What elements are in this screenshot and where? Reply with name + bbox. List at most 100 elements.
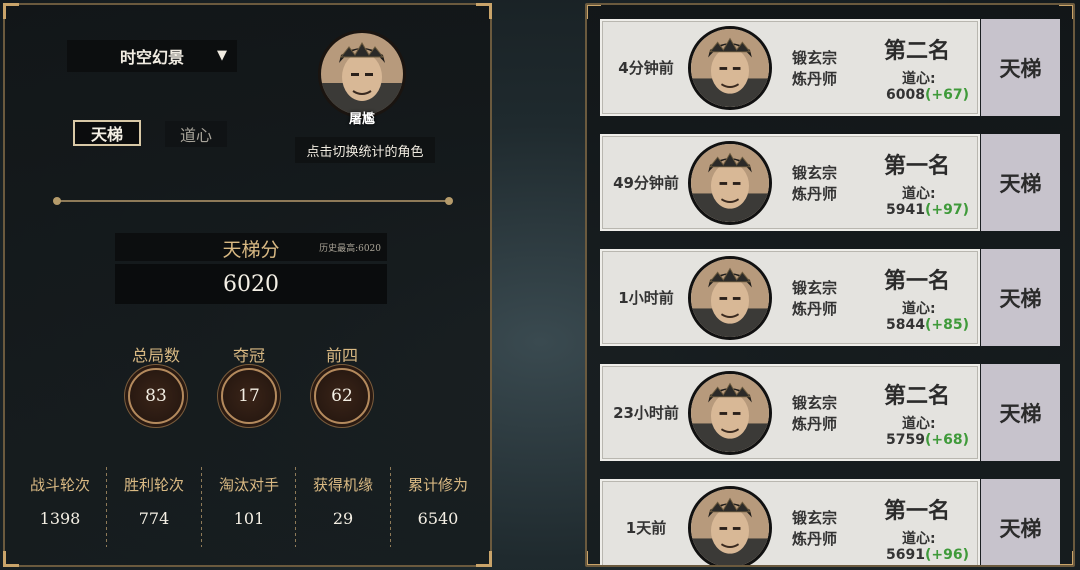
match-card-main: 4分钟前 锻玄宗 炼丹师 第二名 道心: 6008(+67) [600,19,980,116]
match-daoxin-delta: (+96) [924,547,969,563]
match-sect: 锻玄宗 炼丹师 [792,508,837,550]
bottom-stat: 获得机缘 29 [296,467,390,547]
stat-top4-label: 前四 [325,346,358,365]
match-card[interactable]: 23小时前 锻玄宗 炼丹师 第二名 道心: 5759(+68) 天梯 [600,364,1060,461]
bottom-stat-label: 战斗轮次 [29,476,90,494]
match-time: 1天前 [625,519,667,537]
match-card-main: 1天前 锻玄宗 炼丹师 第一名 道心: 5691(+96) [600,479,980,565]
bottom-stat: 淘汰对手 101 [202,467,296,547]
match-role: 炼丹师 [792,415,838,433]
character-name: 屠尷 [348,112,375,127]
character-portrait-icon [691,29,769,107]
bottom-stat-label: 胜利轮次 [123,476,184,494]
match-sect-name: 锻玄宗 [792,394,838,412]
match-rank: 第二名 [884,39,951,64]
match-sect: 锻玄宗 炼丹师 [792,393,837,435]
match-role: 炼丹师 [792,530,838,548]
match-card-main: 1小时前 锻玄宗 炼丹师 第一名 道心: 5844(+85) [600,249,980,346]
bottom-stat-value: 29 [332,509,354,528]
bottom-stat: 战斗轮次 1398 [13,467,107,547]
match-daoxin-delta: (+85) [924,317,969,333]
match-daoxin-label: 道心: [902,301,936,317]
match-card[interactable]: 4分钟前 锻玄宗 炼丹师 第二名 道心: 6008(+67) 天梯 [600,19,1060,116]
section-divider [53,197,453,205]
match-history-panel: 4分钟前 锻玄宗 炼丹师 第二名 道心: 6008(+67) 天梯 49分钟前 … [585,3,1075,567]
tab-daoxin[interactable]: 道心 [165,121,227,147]
match-sect-name: 锻玄宗 [792,164,838,182]
frame-corner [587,551,601,565]
stats-panel: 时空幻景 ▼ 天梯 道心 屠尷 点击切换统计的角色 天梯分 历史最高:6020 … [3,3,492,567]
character-portrait-icon [691,489,769,565]
match-daoxin-value: 5844(+85) [886,317,969,333]
match-daoxin-number: 6008 [886,87,925,103]
match-sect: 锻玄宗 炼丹师 [792,163,837,205]
frame-corner [3,3,19,19]
bottom-stat-label: 淘汰对手 [218,476,279,494]
match-daoxin-value: 6008(+67) [886,87,969,103]
frame-corner [476,551,492,567]
mode-dropdown[interactable]: 时空幻景 ▼ [67,40,237,72]
frame-corner [476,3,492,19]
match-card[interactable]: 1天前 锻玄宗 炼丹师 第一名 道心: 5691(+96) 天梯 [600,479,1060,565]
switch-character-hint[interactable]: 点击切换统计的角色 [295,137,435,163]
match-card[interactable]: 1小时前 锻玄宗 炼丹师 第一名 道心: 5844(+85) 天梯 [600,249,1060,346]
bottom-stat-label: 累计修为 [407,476,468,494]
match-daoxin-delta: (+67) [924,87,969,103]
match-daoxin-value: 5759(+68) [886,432,969,448]
match-avatar [688,141,772,225]
match-daoxin-number: 5691 [886,547,925,563]
stat-total-value: 83 [128,368,184,424]
stat-top4-value: 62 [314,368,370,424]
bottom-stat-label: 获得机缘 [312,476,373,494]
bottom-stat-value: 6540 [417,509,459,528]
match-daoxin-number: 5844 [886,317,925,333]
match-role: 炼丹师 [792,300,838,318]
character-portrait-icon [321,33,403,115]
stat-total-label: 总局数 [131,346,180,365]
match-mode: 天梯 [981,479,1060,565]
bottom-stat-value: 774 [138,509,170,528]
character-portrait-icon [691,259,769,337]
match-sect-name: 锻玄宗 [792,509,838,527]
bottom-stat-value: 1398 [39,509,81,528]
match-mode: 天梯 [981,364,1060,461]
match-sect: 锻玄宗 炼丹师 [792,48,837,90]
match-mode: 天梯 [981,19,1060,116]
match-time: 1小时前 [618,289,674,307]
tab-ladder[interactable]: 天梯 [73,120,141,146]
stat-wins-value: 17 [221,368,277,424]
match-avatar [688,486,772,565]
match-daoxin-delta: (+97) [924,202,969,218]
match-card-main: 23小时前 锻玄宗 炼丹师 第二名 道心: 5759(+68) [600,364,980,461]
match-daoxin-number: 5941 [886,202,925,218]
match-daoxin-number: 5759 [886,432,925,448]
match-card-main: 49分钟前 锻玄宗 炼丹师 第一名 道心: 5941(+97) [600,134,980,231]
match-rank: 第二名 [884,384,951,409]
stat-wins-label: 夺冠 [232,346,265,365]
match-sect: 锻玄宗 炼丹师 [792,278,837,320]
match-daoxin-value: 5941(+97) [886,202,969,218]
match-daoxin-label: 道心: [902,186,936,202]
match-avatar [688,26,772,110]
match-daoxin-value: 5691(+96) [886,547,969,563]
match-role: 炼丹师 [792,70,838,88]
history-best: 历史最高:6020 [319,244,381,254]
character-portrait-icon [691,374,769,452]
frame-corner [1059,551,1073,565]
match-rank: 第一名 [884,499,951,524]
match-mode: 天梯 [981,134,1060,231]
match-sect-name: 锻玄宗 [792,279,838,297]
match-sect-name: 锻玄宗 [792,49,838,67]
bottom-stat: 累计修为 6540 [391,467,485,547]
bottom-stat-value: 101 [233,509,265,528]
match-card[interactable]: 49分钟前 锻玄宗 炼丹师 第一名 道心: 5941(+97) 天梯 [600,134,1060,231]
match-time: 23小时前 [613,404,679,422]
character-avatar[interactable] [318,30,406,118]
match-time: 4分钟前 [618,59,674,77]
chevron-down-icon: ▼ [217,48,227,63]
match-daoxin-label: 道心: [902,71,936,87]
match-mode: 天梯 [981,249,1060,346]
match-avatar [688,371,772,455]
character-portrait-icon [691,144,769,222]
match-daoxin-label: 道心: [902,531,936,547]
